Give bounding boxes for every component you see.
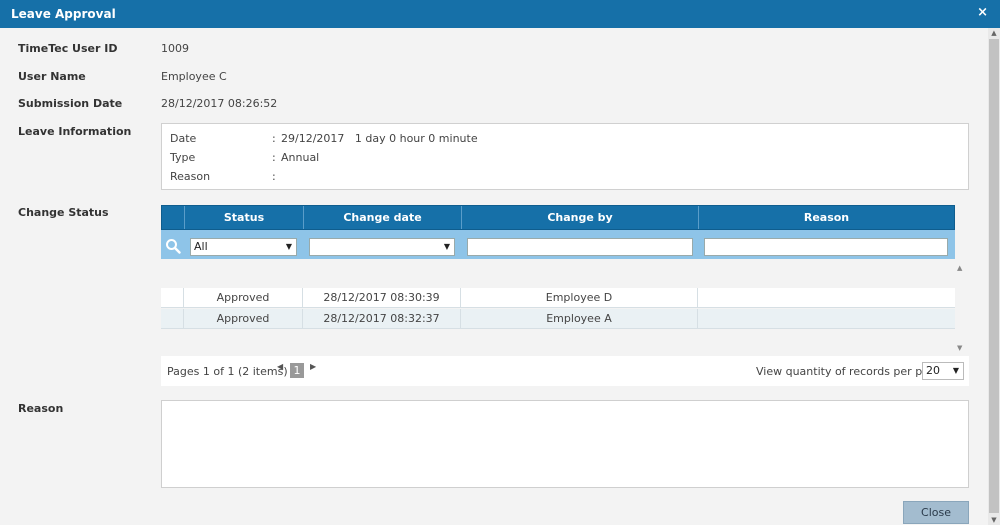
scroll-down-icon[interactable]: ▼ — [988, 515, 1000, 525]
user-name-value: Employee C — [161, 70, 227, 83]
header-reason[interactable]: Reason — [699, 206, 954, 229]
info-key: Reason — [170, 170, 211, 183]
info-sep: : — [272, 170, 276, 183]
scroll-up-icon[interactable]: ▲ — [988, 28, 1000, 38]
reason-textarea[interactable] — [161, 400, 969, 488]
grid-filter-row: All ▼ ▼ — [161, 230, 955, 259]
header-spacer — [162, 206, 185, 229]
info-key: Date — [170, 132, 197, 145]
change-status-label: Change Status — [18, 206, 109, 219]
scroll-thumb[interactable] — [989, 39, 999, 513]
table-row[interactable]: Approved 28/12/2017 08:32:37 Employee A — [161, 309, 955, 329]
table-row[interactable]: Approved 28/12/2017 08:30:39 Employee D — [161, 288, 955, 308]
status-filter-select[interactable]: All ▼ — [190, 238, 297, 256]
quantity-label: View quantity of records per page — [756, 365, 943, 378]
info-key: Type — [170, 151, 196, 164]
close-icon[interactable]: × — [977, 5, 988, 20]
cell-change-date: 28/12/2017 08:30:39 — [303, 288, 461, 307]
status-filter-value: All — [194, 240, 208, 253]
user-name-label: User Name — [18, 70, 86, 83]
pager: Pages 1 of 1 (2 items) ◀ 1 ▶ View quanti… — [161, 356, 969, 386]
search-icon[interactable] — [165, 238, 181, 254]
cell-reason — [698, 309, 953, 328]
close-button[interactable]: Close — [903, 501, 969, 524]
header-change-by[interactable]: Change by — [462, 206, 699, 229]
chevron-down-icon: ▼ — [285, 242, 292, 251]
pager-info: Pages 1 of 1 (2 items) — [167, 365, 288, 378]
reason-label: Reason — [18, 402, 64, 415]
row-spacer — [161, 288, 184, 307]
leave-information-box: Date : 29/12/2017 1 day 0 hour 0 minute … — [161, 123, 969, 190]
page-number-button[interactable]: 1 — [290, 363, 304, 378]
change-by-filter-input[interactable] — [467, 238, 693, 256]
change-date-filter-select[interactable]: ▼ — [309, 238, 455, 256]
title-bar: Leave Approval × — [0, 0, 1000, 28]
info-sep: : — [272, 151, 276, 164]
chevron-down-icon: ▼ — [443, 242, 450, 251]
user-id-label: TimeTec User ID — [18, 42, 118, 55]
prev-page-icon[interactable]: ◀ — [277, 362, 283, 371]
grid-scroll-down-icon[interactable]: ▼ — [957, 344, 962, 352]
user-id-value: 1009 — [161, 42, 189, 55]
reason-filter-input[interactable] — [704, 238, 948, 256]
info-value: 29/12/2017 1 day 0 hour 0 minute — [281, 132, 478, 145]
submission-date-label: Submission Date — [18, 97, 123, 110]
header-status[interactable]: Status — [185, 206, 304, 229]
dialog-content: TimeTec User ID 1009 User Name Employee … — [0, 28, 988, 525]
quantity-value: 20 — [926, 364, 940, 377]
header-change-date[interactable]: Change date — [304, 206, 462, 229]
grid-scroll-up-icon[interactable]: ▲ — [957, 264, 962, 272]
quantity-select[interactable]: 20 ▼ — [922, 362, 964, 380]
cell-status: Approved — [184, 309, 303, 328]
cell-change-date: 28/12/2017 08:32:37 — [303, 309, 461, 328]
row-spacer — [161, 309, 184, 328]
scrollbar[interactable]: ▲ ▼ — [988, 28, 1000, 525]
info-value: Annual — [281, 151, 320, 164]
grid-header: Status Change date Change by Reason — [161, 205, 955, 230]
leave-information-label: Leave Information — [18, 125, 132, 138]
cell-change-by: Employee D — [461, 288, 698, 307]
cell-status: Approved — [184, 288, 303, 307]
cell-reason — [698, 288, 953, 307]
cell-change-by: Employee A — [461, 309, 698, 328]
submission-date-value: 28/12/2017 08:26:52 — [161, 97, 278, 110]
chevron-down-icon: ▼ — [952, 366, 959, 375]
next-page-icon[interactable]: ▶ — [310, 362, 316, 371]
window-title: Leave Approval — [11, 7, 116, 21]
info-sep: : — [272, 132, 276, 145]
